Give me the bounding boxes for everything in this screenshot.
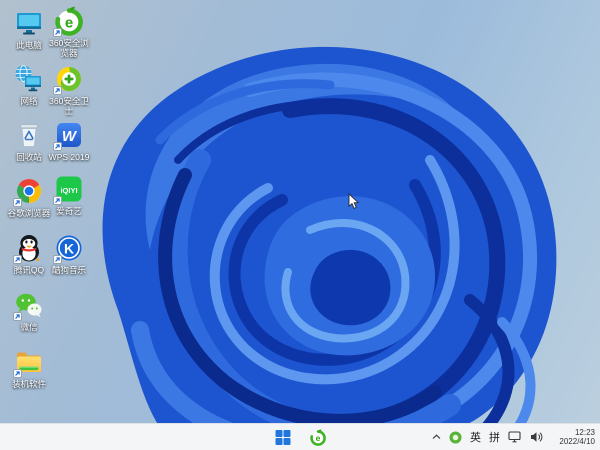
shortcut-arrow-icon bbox=[53, 255, 62, 264]
icon-label: 酷狗音乐 bbox=[51, 265, 86, 275]
kugou-icon: K bbox=[53, 233, 84, 264]
taskbar: e 英 拼 12:23 2022/4/10 bbox=[0, 423, 600, 450]
360-antivirus-icon bbox=[53, 64, 84, 95]
icon-label: 谷歌浏览器 bbox=[7, 208, 51, 218]
network-icon bbox=[14, 64, 44, 94]
desktop-icon-wechat[interactable]: 微信 bbox=[5, 290, 53, 332]
360-browser-taskbar-icon: e bbox=[309, 428, 326, 446]
shortcut-arrow-icon bbox=[13, 369, 22, 378]
shortcut-arrow-icon bbox=[53, 28, 62, 37]
icon-label: 微信 bbox=[20, 322, 38, 332]
svg-text:W: W bbox=[62, 128, 78, 145]
recycle-bin-icon bbox=[14, 120, 44, 150]
icon-label: 360安全浏览器 bbox=[49, 38, 89, 59]
desktop[interactable]: 此电脑 e 360安全浏览器 网络 360安全卫士 回收站 W WPS 2019… bbox=[0, 0, 600, 450]
this-pc-icon bbox=[14, 8, 44, 38]
shortcut-arrow-icon bbox=[53, 196, 62, 205]
icon-label: 腾讯QQ bbox=[13, 265, 45, 275]
chrome-icon bbox=[13, 176, 44, 207]
svg-text:e: e bbox=[65, 15, 73, 32]
windows-start-icon bbox=[275, 429, 290, 445]
desktop-icon-wps[interactable]: W WPS 2019 bbox=[45, 120, 93, 162]
shortcut-arrow-icon bbox=[53, 86, 62, 95]
shortcut-arrow-icon bbox=[13, 198, 22, 207]
icon-label: 360安全卫士 bbox=[49, 96, 89, 117]
iqiyi-icon: iQIYI bbox=[53, 174, 84, 205]
svg-text:K: K bbox=[64, 241, 74, 257]
icon-label: WPS 2019 bbox=[48, 152, 90, 162]
network-ethernet-icon bbox=[508, 431, 521, 443]
wps-icon: W bbox=[53, 120, 84, 151]
desktop-icon-software-folder[interactable]: 装机软件 bbox=[5, 347, 53, 389]
taskbar-360-browser-button[interactable]: e bbox=[308, 427, 328, 447]
tray-volume-item[interactable] bbox=[530, 431, 543, 443]
ime-language-indicator[interactable]: 英 bbox=[470, 429, 481, 445]
shortcut-arrow-icon bbox=[53, 142, 62, 151]
desktop-icon-iqiyi[interactable]: iQIYI 爱奇艺 bbox=[45, 174, 93, 216]
icon-label: 此电脑 bbox=[16, 40, 42, 50]
icon-label: 回收站 bbox=[16, 152, 42, 162]
wechat-icon bbox=[13, 290, 44, 321]
tray-clock[interactable]: 12:23 2022/4/10 bbox=[551, 428, 595, 447]
clock-time: 12:23 bbox=[574, 427, 595, 437]
folder-icon bbox=[13, 347, 44, 378]
tray-360-item[interactable] bbox=[449, 431, 462, 444]
desktop-icon-kugou[interactable]: K 酷狗音乐 bbox=[45, 233, 93, 275]
ime-pinyin-indicator[interactable]: 拼 bbox=[489, 429, 500, 445]
360-browser-icon: e bbox=[53, 6, 84, 37]
desktop-icon-360-antivirus[interactable]: 360安全卫士 bbox=[45, 64, 93, 116]
clock-date: 2022/4/10 bbox=[559, 437, 595, 446]
shortcut-arrow-icon bbox=[13, 255, 22, 264]
tray-hidden-icons-chevron[interactable] bbox=[432, 434, 441, 440]
tray-network-item[interactable] bbox=[508, 431, 522, 443]
icon-label: 网络 bbox=[20, 96, 38, 106]
icon-label: 爱奇艺 bbox=[56, 206, 82, 216]
shortcut-arrow-icon bbox=[13, 312, 22, 321]
svg-text:e: e bbox=[315, 433, 320, 443]
system-tray: 英 拼 12:23 2022/4/10 bbox=[432, 424, 595, 450]
qq-penguin-icon bbox=[13, 233, 44, 264]
chevron-up-icon bbox=[432, 434, 441, 439]
speaker-volume-icon bbox=[531, 432, 543, 442]
desktop-icon-360-browser[interactable]: e 360安全浏览器 bbox=[45, 6, 93, 58]
taskbar-center-group: e bbox=[273, 424, 328, 450]
svg-text:iQIYI: iQIYI bbox=[60, 186, 77, 195]
icon-label: 装机软件 bbox=[11, 379, 46, 389]
360-tray-icon bbox=[449, 431, 462, 443]
start-button[interactable] bbox=[273, 427, 293, 447]
